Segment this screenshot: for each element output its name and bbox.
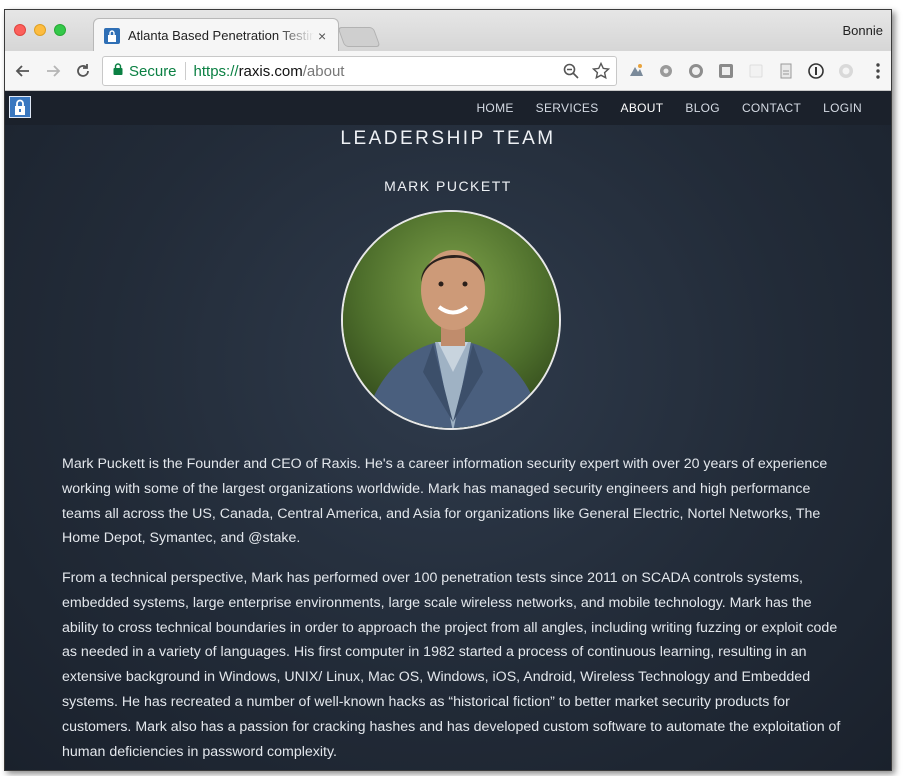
new-tab-button[interactable] — [337, 27, 381, 47]
person-name: MARK PUCKETT — [384, 178, 512, 194]
browser-tab[interactable]: Atlanta Based Penetration Testing × — [93, 18, 339, 52]
url-scheme: https:// — [193, 62, 239, 80]
site-nav-links: HOME SERVICES ABOUT BLOG CONTACT LOGIN — [465, 91, 873, 125]
window-close-button[interactable] — [14, 24, 26, 36]
bio-paragraph-2: From a technical perspective, Mark has p… — [62, 570, 841, 760]
reload-icon[interactable] — [73, 61, 93, 81]
window-maximize-button[interactable] — [54, 24, 66, 36]
tab-title: Atlanta Based Penetration Testing — [128, 28, 314, 43]
extension-1-icon[interactable] — [627, 62, 645, 80]
bio-paragraph-1: Mark Puckett is the Founder and CEO of R… — [62, 456, 828, 547]
secure-label: Secure — [129, 62, 177, 80]
tab-strip: Atlanta Based Penetration Testing × Bonn… — [5, 10, 891, 52]
site-navbar: HOME SERVICES ABOUT BLOG CONTACT LOGIN — [5, 91, 891, 125]
profile-name[interactable]: Bonnie — [843, 23, 883, 38]
extension-2-icon[interactable] — [657, 62, 675, 80]
extension-4-icon[interactable] — [717, 62, 735, 80]
window-minimize-button[interactable] — [34, 24, 46, 36]
tab-close-icon[interactable]: × — [318, 28, 326, 44]
browser-window: Atlanta Based Penetration Testing × Bonn… — [4, 9, 892, 771]
extension-7-icon[interactable] — [807, 62, 825, 80]
url-host: raxis.com — [238, 62, 303, 80]
web-page: HOME SERVICES ABOUT BLOG CONTACT LOGIN LEADER… — [5, 91, 891, 770]
lock-icon — [113, 62, 123, 80]
browser-toolbar: Secure https:// raxis.com /about — [5, 51, 891, 91]
extension-8-icon[interactable] — [837, 62, 855, 80]
raxis-logo-icon[interactable] — [9, 96, 31, 118]
extension-6-icon[interactable] — [777, 62, 795, 80]
nav-home[interactable]: HOME — [465, 101, 524, 115]
nav-login[interactable]: LOGIN — [812, 101, 873, 115]
section-title: LEADERSHIP TEAM — [340, 128, 556, 149]
back-icon[interactable] — [13, 61, 33, 81]
forward-icon[interactable] — [43, 61, 63, 81]
extension-5-icon[interactable] — [747, 62, 765, 80]
nav-about[interactable]: ABOUT — [610, 101, 675, 115]
nav-blog[interactable]: BLOG — [674, 101, 731, 115]
zoom-icon[interactable] — [562, 62, 580, 85]
url-path: /about — [302, 62, 345, 80]
nav-contact[interactable]: CONTACT — [731, 101, 812, 115]
menu-icon[interactable] — [869, 62, 887, 80]
extension-3-icon[interactable] — [687, 62, 705, 80]
star-icon[interactable] — [591, 61, 611, 85]
omnibox-separator — [184, 62, 186, 80]
nav-services[interactable]: SERVICES — [525, 101, 610, 115]
portrait-photo — [341, 210, 561, 430]
raxis-favicon-icon — [104, 27, 120, 44]
address-bar[interactable]: Secure https:// raxis.com /about — [102, 56, 617, 86]
